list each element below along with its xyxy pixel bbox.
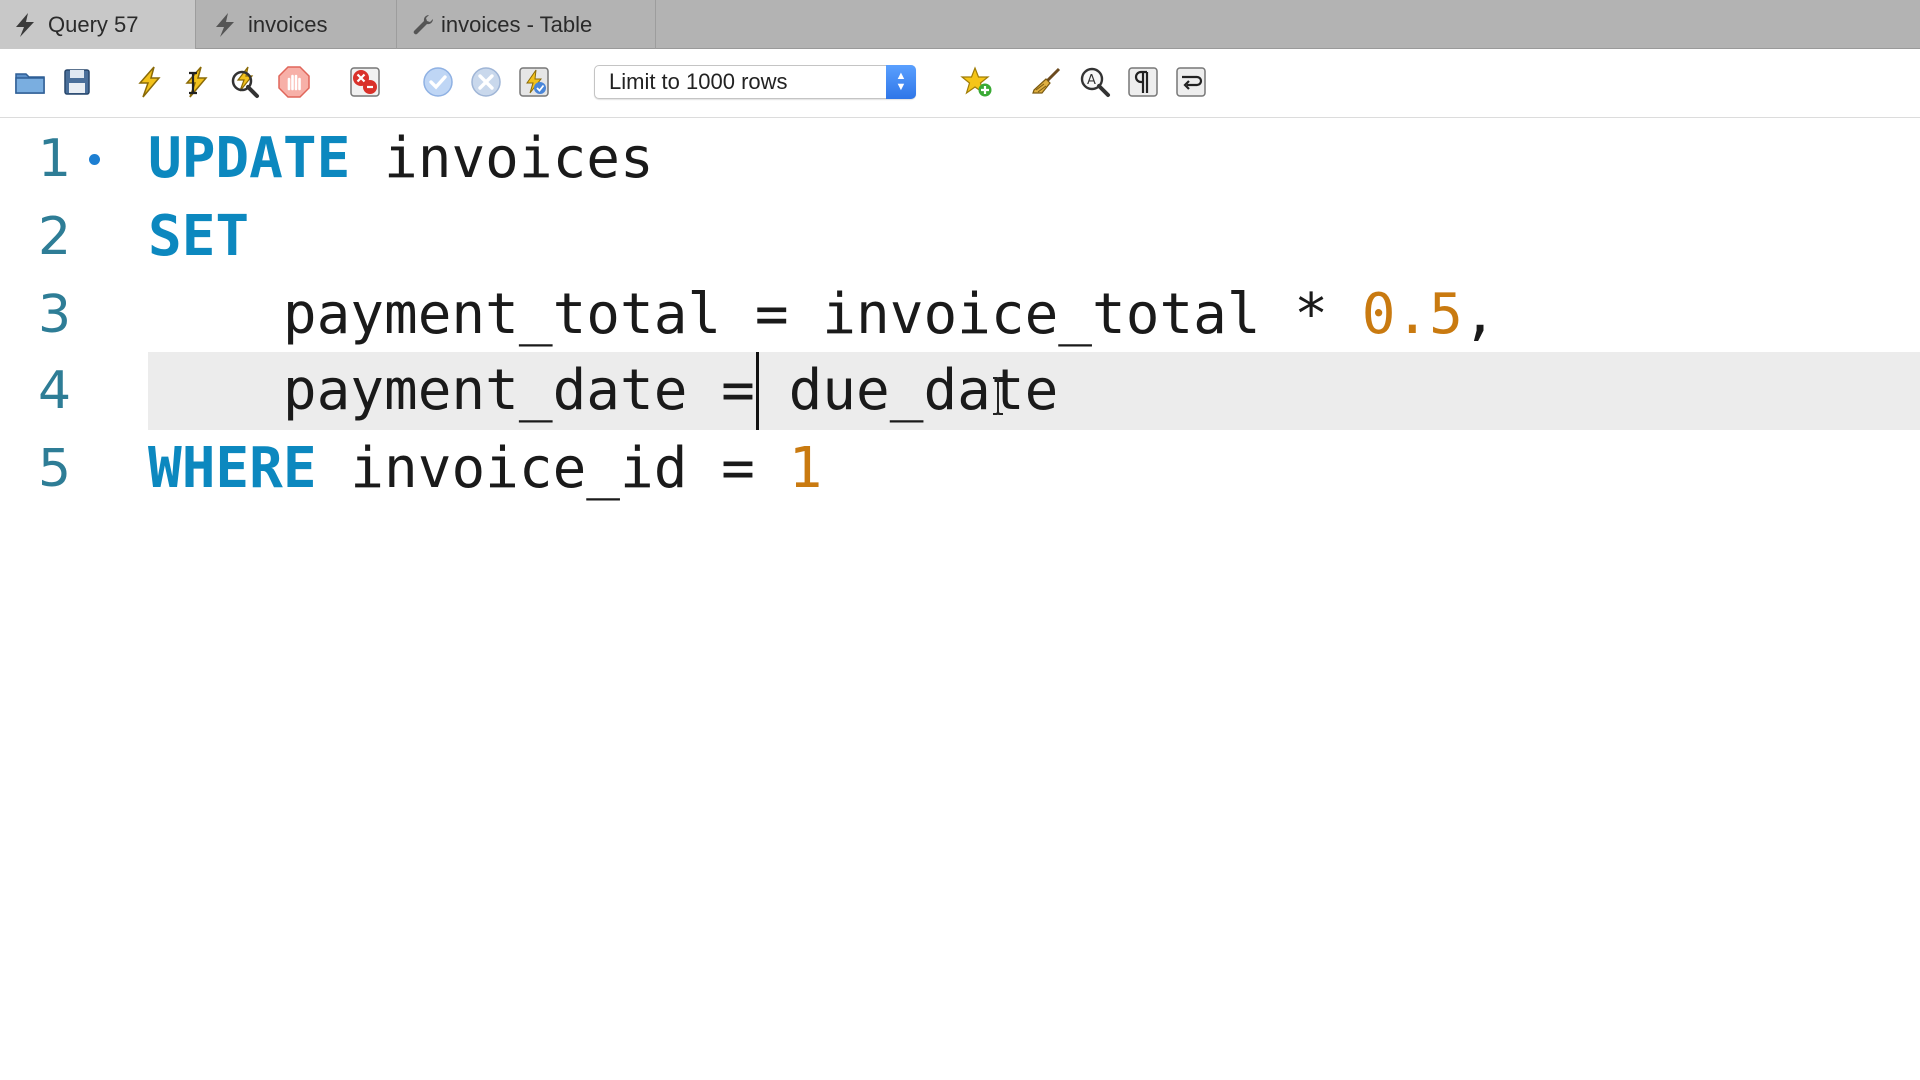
autocommit-icon <box>519 67 549 97</box>
invisible-chars-icon <box>1128 67 1158 97</box>
svg-text:A: A <box>1087 73 1096 88</box>
line-number: 3 <box>38 285 72 345</box>
commit-icon <box>423 67 453 97</box>
code-line-2: 2 SET <box>0 198 1920 276</box>
lightning-icon <box>216 12 234 37</box>
keyword-token: UPDATE <box>148 126 351 191</box>
rollback-button[interactable] <box>468 64 504 100</box>
open-folder-icon <box>15 73 45 94</box>
number-token: 1 <box>788 436 823 501</box>
code-line-4: 4 payment_date = due_date <box>0 352 1920 430</box>
toggle-error-icon <box>350 67 380 97</box>
line-number: 1 <box>38 129 72 189</box>
rollback-icon <box>471 67 501 97</box>
code-line-1: 1 UPDATE invoices <box>0 120 1920 198</box>
limit-rows-select[interactable]: Limit to 1000 rows ▲ ▼ <box>594 65 916 99</box>
beautify-button[interactable] <box>1029 64 1065 100</box>
invisible-chars-button[interactable] <box>1125 64 1161 100</box>
execute-current-icon <box>185 66 208 98</box>
tab-label: invoices <box>248 11 328 37</box>
identifier-token: invoices <box>350 126 654 191</box>
code-line-3: 3 payment_total = invoice_total * 0.5, <box>0 276 1920 354</box>
keyword-token: WHERE <box>148 436 317 501</box>
code-text: UPDATE invoices <box>148 120 654 198</box>
line-number: 5 <box>38 439 72 499</box>
wrap-lines-icon <box>1176 67 1206 97</box>
tab-label: Query 57 <box>48 11 139 37</box>
beautify-icon <box>1032 67 1061 94</box>
find-button[interactable]: A <box>1077 64 1113 100</box>
explain-button[interactable] <box>227 64 263 100</box>
number-token: 0.5 <box>1361 282 1463 347</box>
expression-token: payment_total = invoice_total * <box>148 282 1362 347</box>
stop-button[interactable] <box>276 64 312 100</box>
select-stepper-icon: ▲ ▼ <box>886 65 916 99</box>
find-icon: A <box>1080 67 1110 97</box>
code-text: SET <box>148 198 249 276</box>
expression-token: payment_date = due_date <box>148 358 1059 423</box>
tab-bar: Query 57 invoices invoices - Table <box>0 0 1920 49</box>
commit-button[interactable] <box>420 64 456 100</box>
limit-rows-value: Limit to 1000 rows <box>609 69 788 94</box>
sql-editor[interactable]: 1 UPDATE invoices 2 SET 3 payment_total … <box>0 118 1920 1080</box>
toggle-error-button[interactable] <box>347 64 383 100</box>
keyword-token: SET <box>148 204 250 269</box>
execute-current-button[interactable] <box>178 64 214 100</box>
tab-query-57[interactable]: Query 57 <box>0 0 196 49</box>
line-number: 2 <box>38 207 72 267</box>
stop-icon <box>278 66 310 98</box>
sql-editor-toolbar: Limit to 1000 rows ▲ ▼ A <box>0 49 1920 118</box>
wrap-lines-button[interactable] <box>1173 64 1209 100</box>
expression-token: invoice_id = <box>316 436 789 501</box>
tab-invoices[interactable]: invoices <box>196 0 397 49</box>
code-text: payment_date = due_date <box>148 352 1058 430</box>
execute-button[interactable] <box>131 64 167 100</box>
statement-marker-icon <box>89 154 100 165</box>
autocommit-button[interactable] <box>516 64 552 100</box>
text-caret <box>756 352 759 430</box>
add-snippet-button[interactable] <box>959 64 995 100</box>
open-folder-button[interactable] <box>12 64 48 100</box>
wrench-icon <box>413 14 434 34</box>
add-snippet-icon <box>960 66 992 97</box>
lightning-icon <box>16 12 34 37</box>
line-number: 4 <box>38 361 72 421</box>
save-icon <box>64 69 90 95</box>
tab-label: invoices - Table <box>441 11 593 37</box>
explain-icon <box>231 66 259 98</box>
execute-icon <box>138 66 161 98</box>
punctuation-token: , <box>1462 282 1497 347</box>
save-button[interactable] <box>59 64 95 100</box>
code-line-5: 5 WHERE invoice_id = 1 <box>0 430 1920 508</box>
ibeam-cursor-icon <box>993 377 1003 415</box>
code-text: WHERE invoice_id = 1 <box>148 430 822 508</box>
tab-invoices-table[interactable]: invoices - Table <box>397 0 656 49</box>
code-text: payment_total = invoice_total * 0.5, <box>148 276 1497 354</box>
